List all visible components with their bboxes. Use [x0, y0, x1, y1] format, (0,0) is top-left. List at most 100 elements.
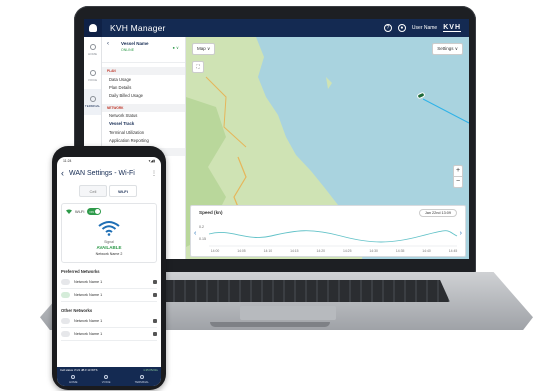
- network-name: Network Name 1: [74, 280, 103, 284]
- nav-item-network-status[interactable]: Network Status: [102, 112, 185, 120]
- rail-item-terminal[interactable]: TERMINAL: [84, 89, 101, 115]
- network-name: Network Name 1: [74, 319, 103, 323]
- map-settings-label: Settings: [437, 46, 454, 51]
- nav-item-daily-billed-usage[interactable]: Daily Billed Usage: [102, 91, 185, 99]
- terminal-icon: [89, 96, 96, 102]
- phone-screen: 11:24 ▾◢▮ ‹ WAN Settings - Wi-Fi ⋮ Cell …: [57, 157, 161, 386]
- network-icon: [61, 292, 70, 298]
- terminal-icon: [139, 374, 144, 379]
- map-type-label: Map: [197, 46, 206, 51]
- bottom-nav-terminal[interactable]: TERMINAL: [134, 374, 149, 384]
- lock-icon: [153, 319, 157, 323]
- vessel-name: Vessel Name: [121, 41, 149, 46]
- list-item[interactable]: Network Name 1: [61, 328, 157, 341]
- phone-page-title: WAN Settings - Wi-Fi: [69, 169, 135, 177]
- network-icon: [61, 318, 70, 324]
- rail-item-label: HOME: [88, 52, 97, 56]
- phone-bottom-nav: HOME VOICE TERMINAL: [57, 372, 161, 386]
- rail-item-voice[interactable]: VOICE: [84, 63, 101, 89]
- home-icon: [71, 374, 76, 379]
- connected-network-name: Network Name 2: [95, 252, 123, 256]
- back-icon[interactable]: ‹: [107, 41, 109, 47]
- network-name: Network Name 1: [74, 332, 103, 336]
- wifi-toggle-row: Wi-Fi ON: [66, 208, 102, 215]
- brand-logo: KVH: [443, 24, 461, 32]
- back-icon[interactable]: ‹: [61, 168, 69, 178]
- zoom-in-button[interactable]: +: [454, 166, 462, 176]
- zoom-out-button[interactable]: −: [454, 176, 462, 187]
- speed-panel: Speed (kn) Jan 22nd 13:09 ‹ › 0.2 0.15 1…: [190, 205, 466, 257]
- phone-icon: [89, 70, 96, 76]
- bottom-nav-label: VOICE: [101, 379, 111, 384]
- more-options-icon[interactable]: ⋮: [151, 170, 157, 177]
- phone-icon: [104, 374, 109, 379]
- nav-item-vessel-track[interactable]: Vessel Track: [102, 120, 185, 128]
- nav-item-terminal-utilization[interactable]: Terminal Utilization: [102, 128, 185, 136]
- speed-x-tick: 14:25: [343, 249, 352, 253]
- phone-tabs: Cell Wi-Fi: [79, 185, 161, 197]
- list-item[interactable]: Network Name 1: [61, 276, 157, 289]
- nav-item-plan-details[interactable]: Plan Details: [102, 83, 185, 91]
- speed-x-tick: 14:15: [290, 249, 299, 253]
- rail-item-label: VOICE: [87, 78, 98, 82]
- map-island: [326, 77, 332, 89]
- map-settings-button[interactable]: Settings ∨: [432, 43, 463, 55]
- bottom-nav-label: TERMINAL: [134, 379, 149, 384]
- phone-time: 11:24: [63, 159, 72, 163]
- speed-x-tick: 14:40: [422, 249, 431, 253]
- speed-x-tick: 14:20: [317, 249, 326, 253]
- wifi-toggle-label: ON: [89, 209, 94, 214]
- bottom-nav-voice[interactable]: VOICE: [101, 374, 111, 384]
- other-networks-heading: Other Networks: [61, 308, 93, 313]
- speed-chart: 0.2 0.15 14:00 14:05 14:10 14:15 14:20 14:25 1…: [199, 225, 458, 253]
- tab-cell[interactable]: Cell: [79, 185, 107, 197]
- speed-x-tick: 14:45: [449, 249, 458, 253]
- list-item[interactable]: Network Name 1: [61, 289, 157, 302]
- speed-x-tick: 14:10: [264, 249, 273, 253]
- network-name: Network Name 1: [74, 293, 103, 297]
- network-icon: [61, 331, 70, 337]
- nav-item-data-usage[interactable]: Data Usage: [102, 75, 185, 83]
- speed-x-ticks: 14:00 14:05 14:10 14:15 14:20 14:25 14:30 14:35…: [211, 249, 458, 253]
- vessel-dropdown[interactable]: ● ∨: [173, 45, 179, 50]
- speed-y-tick: 0.2: [199, 225, 204, 229]
- wifi-icon: [66, 209, 72, 214]
- lock-icon: [153, 332, 157, 336]
- nav-section-plan: PLAN: [102, 67, 185, 75]
- laptop-keyboard: [120, 280, 450, 302]
- speed-x-tick: 14:00: [211, 249, 220, 253]
- speed-x-tick: 14:30: [369, 249, 378, 253]
- speed-x-tick: 14:05: [237, 249, 246, 253]
- map-type-select[interactable]: Map ∨: [192, 43, 216, 55]
- zoom-control: + −: [453, 165, 463, 188]
- app-header: KVH Manager ? ● User Name KVH: [84, 19, 469, 37]
- help-icon[interactable]: ?: [383, 24, 392, 32]
- signal-value: AVAILABLE: [96, 245, 122, 250]
- wifi-toggle[interactable]: ON: [87, 208, 102, 215]
- vessel-selector[interactable]: ‹ Vessel Name ONLINE ● ∨: [102, 37, 185, 63]
- cell-status-text: Cell status Vl 21 dB ▾ 13 WTS: [60, 367, 98, 372]
- signal-battery-icon: ▾◢▮: [148, 159, 155, 163]
- user-name[interactable]: User Name: [412, 25, 437, 31]
- bottom-nav-home[interactable]: HOME: [69, 374, 78, 384]
- rail-item-home[interactable]: HOME: [84, 37, 101, 63]
- laptop-trackpad: [240, 306, 336, 320]
- speed-x-tick: 14:35: [396, 249, 405, 253]
- app-logo[interactable]: [84, 19, 102, 37]
- phone-header: ‹ WAN Settings - Wi-Fi ⋮: [57, 165, 161, 181]
- lock-icon: [153, 280, 157, 284]
- wifi-status-card: Wi-Fi ON Signal AVAILABLE Network Name 2: [61, 203, 157, 263]
- bottom-nav-label: HOME: [69, 379, 78, 384]
- user-icon[interactable]: ●: [397, 24, 406, 32]
- network-icon: [61, 279, 70, 285]
- wifi-signal-icon: [98, 221, 120, 236]
- fullscreen-icon[interactable]: ⛶: [192, 61, 204, 73]
- preferred-networks-heading: Preferred Networks: [61, 269, 100, 274]
- tab-wifi[interactable]: Wi-Fi: [109, 185, 137, 197]
- speed-series-line: [208, 230, 458, 243]
- list-item[interactable]: Network Name 1: [61, 315, 157, 328]
- lock-icon: [153, 293, 157, 297]
- vessel-status: ONLINE: [121, 48, 135, 52]
- nav-item-application-reporting[interactable]: Application Reporting: [102, 136, 185, 144]
- home-icon: [89, 44, 96, 50]
